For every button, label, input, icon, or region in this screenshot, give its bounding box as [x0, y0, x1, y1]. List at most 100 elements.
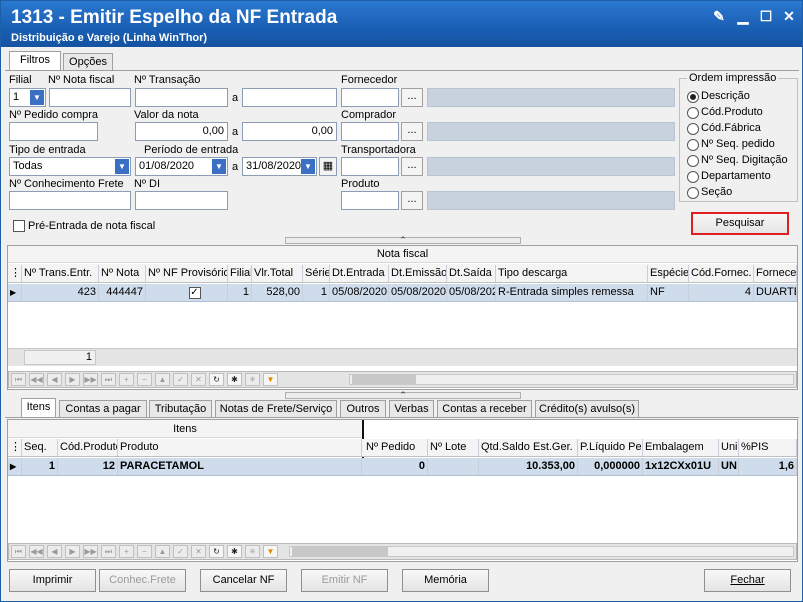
pesquisar-button[interactable]: Pesquisar — [691, 212, 789, 235]
tipo-entrada-select[interactable]: Todas ▼ — [9, 157, 131, 176]
pedido-input[interactable] — [9, 122, 98, 141]
table-cell: 4 — [689, 284, 754, 301]
tab-bottom-3[interactable]: Notas de Frete/Serviço — [215, 400, 337, 418]
first-icon[interactable]: ⏮ — [11, 373, 26, 386]
filial-select[interactable]: 1 ▼ — [9, 88, 46, 107]
transacao-to-input[interactable] — [242, 88, 337, 107]
comprador-search-button[interactable]: ... — [401, 122, 423, 141]
asterisk-icon[interactable]: ✳ — [245, 545, 260, 558]
tab-bottom-0[interactable]: Itens — [21, 398, 56, 418]
maximize-icon[interactable]: ☐ — [758, 8, 774, 24]
nf-hscroll-thumb[interactable] — [352, 375, 416, 384]
transacao-from-input[interactable] — [135, 88, 228, 107]
refresh-icon[interactable]: ↻ — [209, 373, 224, 386]
post-icon[interactable]: ✓ — [173, 373, 188, 386]
table-row[interactable]: ▶ 423 444447 ✓ 1 528,00 1 05/08/2020 05/08/2020 0… — [8, 284, 797, 302]
produto-search-button[interactable]: ... — [401, 191, 423, 210]
transportadora-code-input[interactable] — [341, 157, 399, 176]
next-icon[interactable]: ▶ — [65, 545, 80, 558]
delete-icon[interactable]: − — [137, 373, 152, 386]
fornecedor-code-input[interactable] — [341, 88, 399, 107]
ordem-radio-5[interactable] — [687, 171, 699, 183]
nf-col-header: Nº NF Provisório — [146, 265, 228, 282]
table-row[interactable]: ▶ 1 12 PARACETAMOL 0 10.353,00 0,000000 1x12CXx… — [8, 458, 797, 476]
periodo-to-input[interactable]: 31/08/2020 ▼ — [242, 157, 317, 176]
tab-bottom-2[interactable]: Tributação — [149, 400, 212, 418]
filter-icon[interactable]: ▼ — [263, 545, 278, 558]
items-hscroll-thumb[interactable] — [292, 547, 388, 556]
ordem-radio-0[interactable] — [687, 91, 699, 103]
prior-icon[interactable]: ◀ — [47, 373, 62, 386]
tab-bottom-4[interactable]: Outros — [340, 400, 386, 418]
table-cell: 1 — [228, 284, 252, 301]
filial-label: Filial — [9, 74, 32, 86]
ordem-radio-2[interactable] — [687, 123, 699, 135]
splitter-bottom[interactable]: ⌃ — [285, 391, 521, 400]
valor-from-input[interactable]: 0,00 — [135, 122, 228, 141]
comprador-code-input[interactable] — [341, 122, 399, 141]
nf-col-header: Dt.Entrada — [330, 265, 389, 282]
cancel-icon[interactable]: ✕ — [191, 545, 206, 558]
minimize-icon[interactable]: ▁ — [735, 8, 751, 24]
cancelar-nf-button[interactable]: Cancelar NF — [200, 569, 287, 592]
filter-icon[interactable]: ▼ — [263, 373, 278, 386]
ordem-radio-3[interactable] — [687, 139, 699, 151]
edit-icon[interactable]: ▲ — [155, 373, 170, 386]
emitir-nf-button[interactable]: Emitir NF — [301, 569, 388, 592]
memoria-button[interactable]: Memória — [402, 569, 489, 592]
next-page-icon[interactable]: ▶▶ — [83, 373, 98, 386]
tab-opcoes[interactable]: Opções — [63, 53, 113, 71]
edit-icon[interactable]: ✎ — [711, 8, 727, 24]
items-col-header: Embalagem — [643, 439, 719, 456]
transportadora-label: Transportadora — [341, 144, 416, 156]
periodo-from-input[interactable]: 01/08/2020 ▼ — [135, 157, 228, 176]
add-icon[interactable]: + — [119, 545, 134, 558]
tab-filtros[interactable]: Filtros — [9, 51, 61, 71]
cancel-icon[interactable]: ✕ — [191, 373, 206, 386]
star-icon[interactable]: ✱ — [227, 373, 242, 386]
fornecedor-search-button[interactable]: ... — [401, 88, 423, 107]
add-icon[interactable]: + — [119, 373, 134, 386]
valor-to-input[interactable]: 0,00 — [242, 122, 337, 141]
conhec-frete-button[interactable]: Conhec.Frete — [99, 569, 186, 592]
fechar-button[interactable]: Fechar — [704, 569, 791, 592]
tab-bottom-7[interactable]: Crédito(s) avulso(s) — [535, 400, 639, 418]
asterisk-icon[interactable]: ✳ — [245, 373, 260, 386]
close-icon[interactable]: ✕ — [781, 8, 797, 24]
post-icon[interactable]: ✓ — [173, 545, 188, 558]
refresh-icon[interactable]: ↻ — [209, 545, 224, 558]
conhecimento-input[interactable] — [9, 191, 131, 210]
tab-bottom-6[interactable]: Contas a receber — [437, 400, 532, 418]
last-icon[interactable]: ⏭ — [101, 373, 116, 386]
items-hscrollbar[interactable] — [289, 546, 794, 557]
comprador-label: Comprador — [341, 109, 397, 121]
ordem-radio-6[interactable] — [687, 187, 699, 199]
table-cell: PARACETAMOL — [118, 458, 362, 475]
transportadora-search-button[interactable]: ... — [401, 157, 423, 176]
di-input[interactable] — [135, 191, 228, 210]
star-icon[interactable]: ✱ — [227, 545, 242, 558]
calendar-icon[interactable]: ▦ — [319, 157, 337, 176]
produto-label: Produto — [341, 178, 380, 190]
pre-entrada-checkbox[interactable] — [13, 220, 25, 232]
nota-fiscal-input[interactable] — [49, 88, 131, 107]
tab-bottom-5[interactable]: Verbas — [389, 400, 434, 418]
splitter-top[interactable]: ⌃ — [285, 236, 521, 245]
delete-icon[interactable]: − — [137, 545, 152, 558]
ordem-radio-4[interactable] — [687, 155, 699, 167]
last-icon[interactable]: ⏭ — [101, 545, 116, 558]
first-icon[interactable]: ⏮ — [11, 545, 26, 558]
prior-icon[interactable]: ◀ — [47, 545, 62, 558]
edit-icon[interactable]: ▲ — [155, 545, 170, 558]
table-cell: NF — [648, 284, 689, 301]
ordem-radio-1[interactable] — [687, 107, 699, 119]
tab-bottom-1[interactable]: Contas a pagar — [59, 400, 147, 418]
nf-hscrollbar[interactable] — [349, 374, 794, 385]
table-cell: 0 — [364, 458, 428, 475]
prior-page-icon[interactable]: ◀◀ — [29, 373, 44, 386]
prior-page-icon[interactable]: ◀◀ — [29, 545, 44, 558]
next-icon[interactable]: ▶ — [65, 373, 80, 386]
next-page-icon[interactable]: ▶▶ — [83, 545, 98, 558]
produto-code-input[interactable] — [341, 191, 399, 210]
imprimir-button[interactable]: Imprimir — [9, 569, 96, 592]
